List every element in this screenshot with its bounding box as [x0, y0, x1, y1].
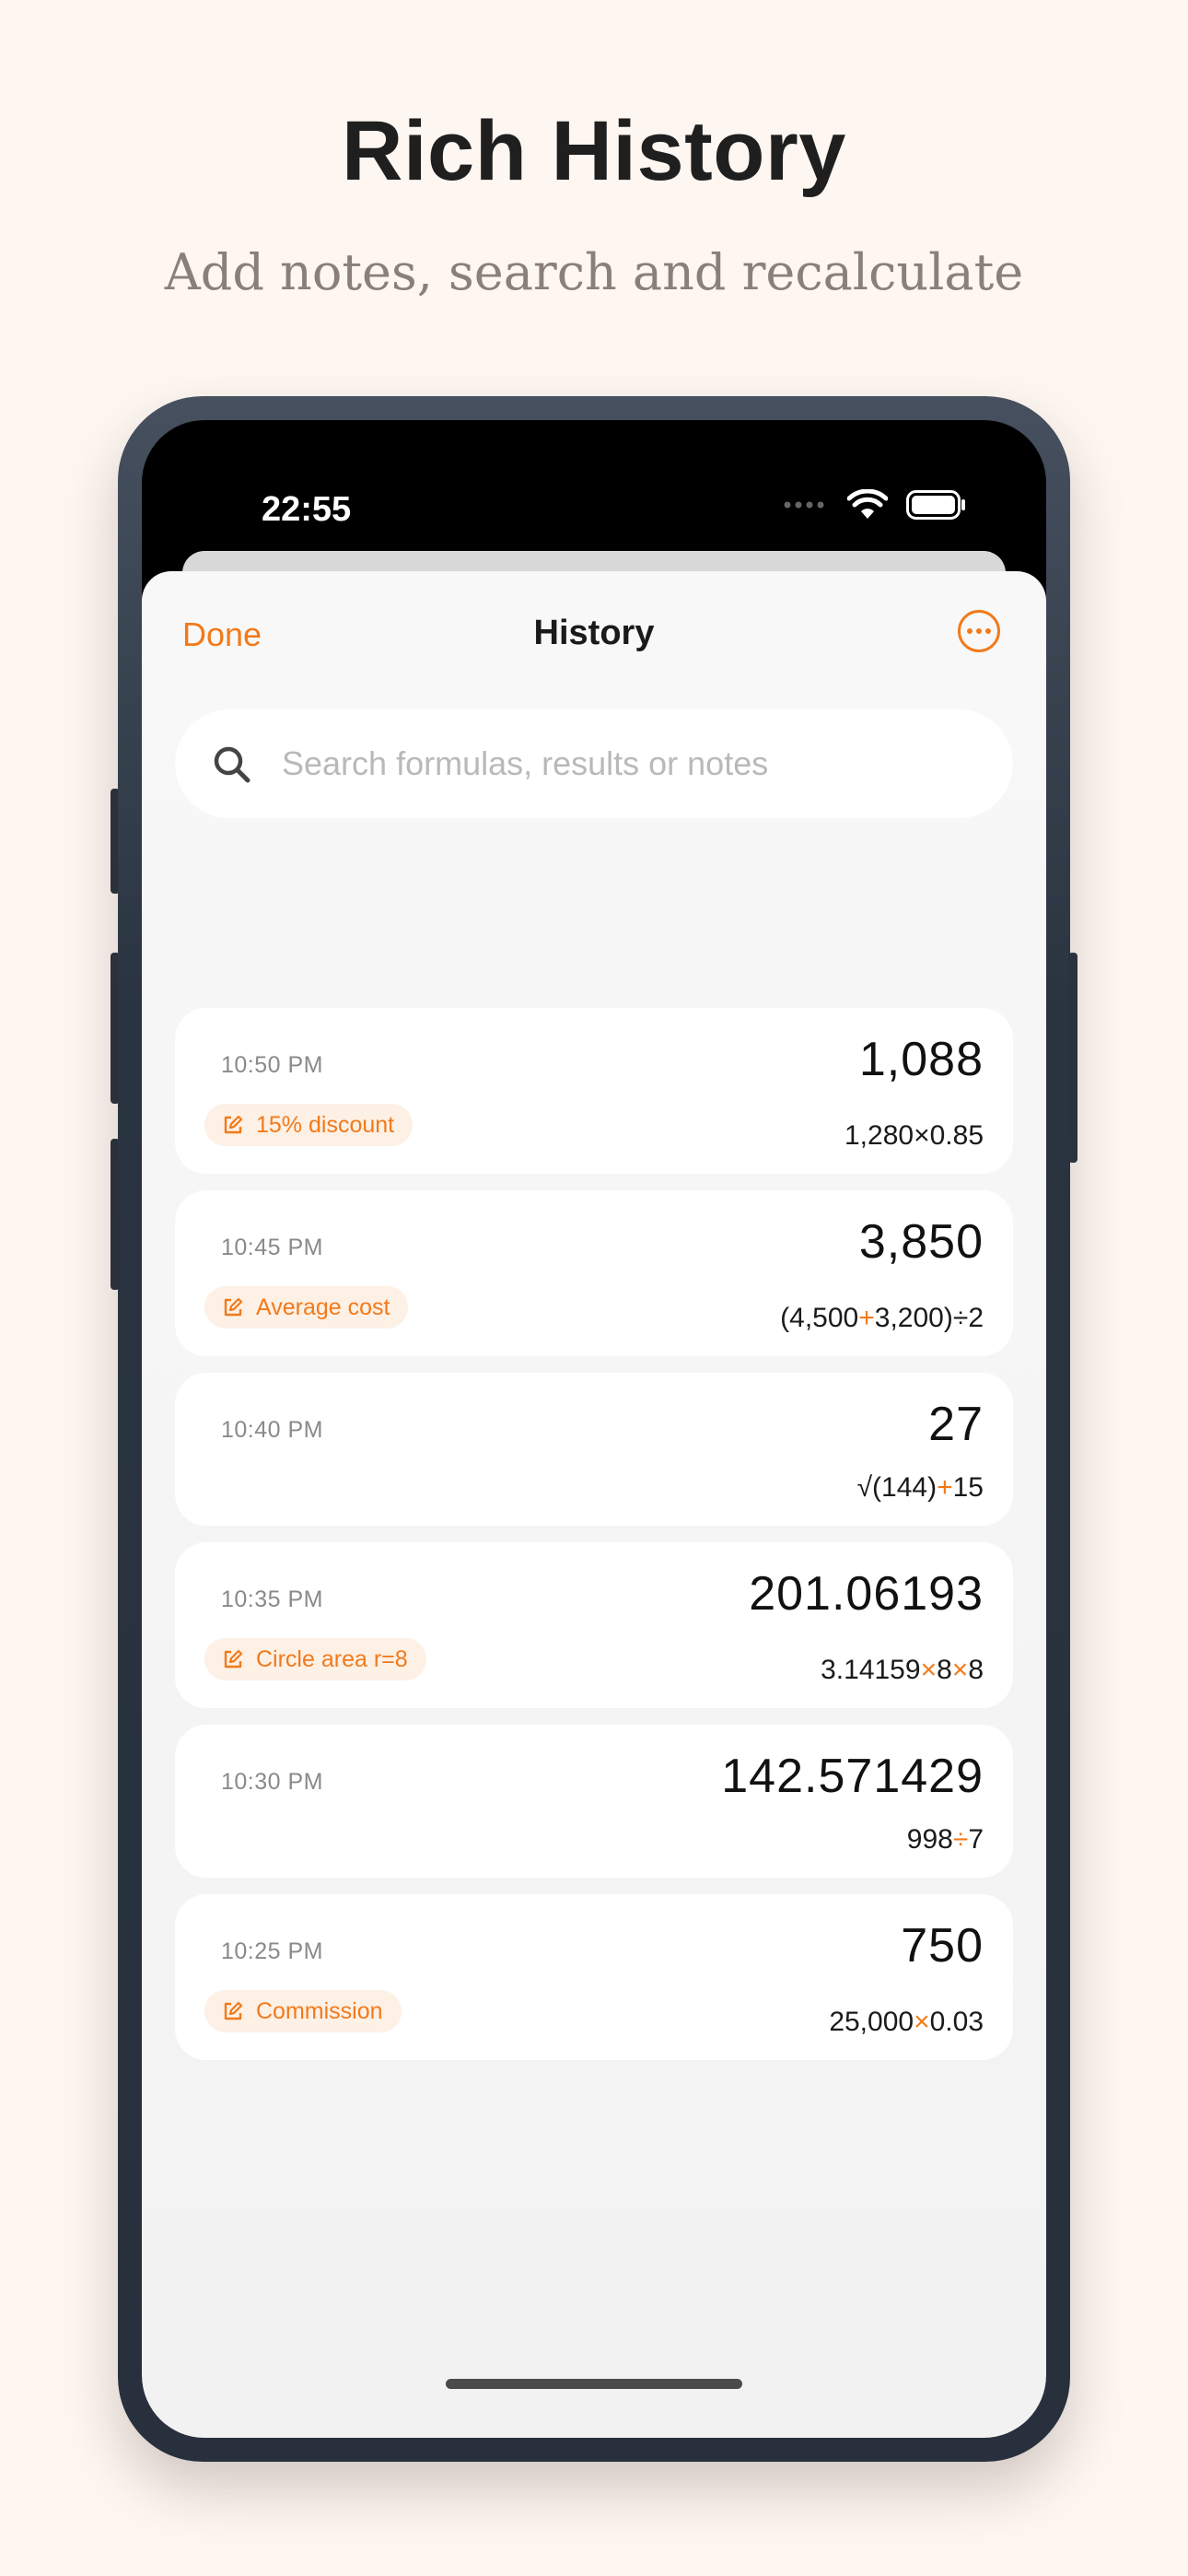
note-tag[interactable]: Commission [204, 1990, 402, 2032]
history-item[interactable]: 10:40 PM 27 √(144)+15 [175, 1373, 1013, 1526]
history-item-time: 10:50 PM [221, 1052, 324, 1078]
formula-term: 3.14159 [821, 1655, 921, 1685]
note-tag-label: Average cost [256, 1294, 390, 1320]
history-item-formula: 1,280×0.85 [844, 1120, 984, 1152]
history-item[interactable]: 10:35 PM 201.06193 3.14159×8×8 Circle area … [175, 1542, 1013, 1708]
edit-note-icon [224, 1649, 243, 1669]
history-item[interactable]: 10:45 PM 3,850 (4,500+3,200)÷2 Average cost [175, 1190, 1013, 1356]
history-item-time: 10:35 PM [221, 1587, 324, 1612]
edit-note-icon [224, 1115, 243, 1134]
formula-operator: + [858, 1303, 875, 1333]
hero-title: Rich History [342, 104, 846, 198]
phone-frame: 22:55 History Done Search formulas, resu… [118, 396, 1070, 2462]
formula-term: × [914, 1120, 930, 1151]
history-item-result: 142.571429 [721, 1750, 984, 1803]
history-item-formula: 998÷7 [907, 1824, 984, 1856]
search-icon [214, 746, 250, 783]
history-item-result: 1,088 [858, 1033, 984, 1086]
formula-term: ÷ [952, 1303, 969, 1333]
search-input[interactable] [282, 737, 982, 790]
formula-term: 8 [968, 1655, 984, 1685]
done-button[interactable]: Done [182, 615, 262, 654]
formula-term: 2 [968, 1303, 984, 1333]
note-tag-label: Circle area r=8 [256, 1646, 408, 1672]
note-tag[interactable]: Average cost [204, 1286, 409, 1329]
history-item-time: 10:25 PM [221, 1938, 324, 1964]
history-item-time: 10:30 PM [221, 1769, 324, 1795]
formula-term: 0.85 [929, 1120, 984, 1151]
history-item-formula: 3.14159×8×8 [821, 1655, 984, 1686]
note-tag[interactable]: 15% discount [204, 1104, 413, 1146]
history-sheet: History Done 10:50 PM1,0881,280×0.8515% … [142, 571, 1046, 2438]
formula-operator: × [920, 1655, 938, 1685]
formula-term: (4,500 [780, 1303, 859, 1333]
search-bar[interactable] [175, 709, 1013, 818]
formula-term: 3,200) [874, 1303, 953, 1333]
note-tag-label: Commission [256, 1998, 383, 2024]
formula-term: 7 [968, 1824, 984, 1855]
history-item-formula: √(144)+15 [857, 1472, 984, 1504]
formula-operator: × [914, 2007, 930, 2037]
history-item-result: 750 [901, 1919, 984, 1973]
formula-term: 15 [952, 1472, 984, 1503]
status-time: 22:55 [262, 490, 352, 529]
formula-term: 8 [937, 1655, 952, 1685]
note-tag[interactable]: Circle area r=8 [204, 1638, 426, 1680]
status-icons [783, 486, 967, 523]
history-item-formula: 25,000×0.03 [829, 2007, 984, 2038]
formula-term: √(144) [856, 1472, 938, 1503]
note-tag-label: 15% discount [256, 1112, 395, 1138]
hero-subtitle: Add notes, search and recalculate [164, 243, 1024, 301]
home-indicator[interactable] [446, 2379, 742, 2389]
formula-term: 0.03 [929, 2007, 984, 2037]
history-item-result: 3,850 [858, 1215, 984, 1269]
formula-term: 998 [906, 1824, 953, 1855]
history-item[interactable]: 10:30 PM 142.571429 998÷7 [175, 1725, 1013, 1878]
ellipsis-circle-icon[interactable] [958, 610, 1000, 652]
history-item-time: 10:40 PM [221, 1417, 324, 1443]
formula-term: 25,000 [829, 2007, 914, 2037]
history-item[interactable]: 10:25 PM 750 25,000×0.03 Commission [175, 1894, 1013, 2060]
history-item-result: 27 [928, 1398, 984, 1451]
phone-screen: 22:55 History Done Search formulas, resu… [142, 420, 1046, 2438]
edit-note-icon [224, 2001, 243, 2020]
formula-operator: ÷ [952, 1824, 969, 1855]
formula-operator: + [937, 1472, 953, 1503]
history-item[interactable]: 10:50 PM 1,088 1,280×0.85 15% discount [175, 1008, 1013, 1174]
signal-dots-icon [784, 501, 824, 509]
history-item-formula: (4,500+3,200)÷2 [780, 1303, 984, 1334]
edit-note-icon [224, 1297, 243, 1317]
wifi-icon [847, 489, 888, 519]
formula-operator: × [951, 1655, 969, 1685]
history-item-result: 201.06193 [749, 1567, 984, 1621]
history-item-time: 10:45 PM [221, 1235, 324, 1260]
formula-term: 1,280 [844, 1120, 914, 1151]
battery-icon [906, 490, 965, 520]
nav-title: History [533, 614, 655, 652]
phone-power-button [1068, 953, 1077, 1163]
